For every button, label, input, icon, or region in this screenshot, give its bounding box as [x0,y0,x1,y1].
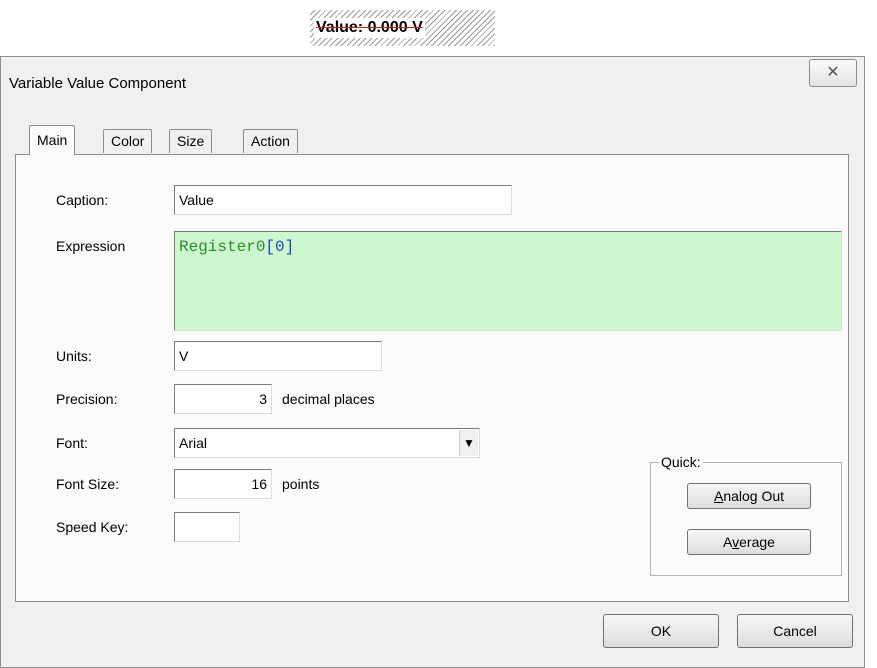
component-preview: Value: 0.000 V [310,10,495,46]
average-label-start: A [723,534,733,550]
cancel-button[interactable]: Cancel [737,614,853,648]
dropdown-arrow-icon[interactable]: ▼ [459,430,478,456]
ok-button[interactable]: OK [603,614,719,648]
close-icon: ✕ [826,64,840,81]
expression-editor[interactable]: Register0[0] [174,231,842,331]
preview-value-text: Value: 0.000 V [314,18,425,38]
precision-input[interactable]: 3 [174,384,272,414]
speed-key-input[interactable] [174,512,240,542]
main-tab-panel: Caption: Value Expression Register0[0] U… [15,154,849,602]
expression-identifier: Register0 [179,238,266,256]
speed-key-label: Speed Key: [56,519,129,535]
caption-input[interactable]: Value [174,185,512,215]
expression-index: [0] [265,238,295,256]
dialog-title: Variable Value Component [9,75,187,92]
tab-label: Action [251,133,290,149]
font-size-suffix: points [282,476,320,492]
units-label: Units: [56,348,92,364]
tab-main[interactable]: Main [29,125,76,155]
analog-out-label: nalog Out [723,488,785,504]
close-button[interactable]: ✕ [809,59,857,87]
font-size-label: Font Size: [56,476,120,492]
tab-action[interactable]: Action [243,129,298,153]
tab-label: Color [111,133,145,149]
tab-label: Main [37,132,68,148]
analog-out-mnemonic: A [713,488,724,504]
quick-group: Quick: Analog Out Average [650,454,842,576]
font-selected-value: Arial [179,435,208,451]
analog-out-button[interactable]: Analog Out [687,483,811,509]
expression-label: Expression [56,238,126,254]
tab-size[interactable]: Size [169,129,213,153]
tab-label: Size [177,133,205,149]
quick-group-label: Quick: [659,454,703,470]
font-label: Font: [56,435,88,451]
font-size-input[interactable]: 16 [174,469,272,499]
tab-color[interactable]: Color [103,129,153,153]
units-input[interactable]: V [174,341,382,371]
caption-label: Caption: [56,192,109,208]
font-select[interactable]: Arial ▼ [174,428,480,458]
precision-label: Precision: [56,391,118,407]
variable-value-dialog: Variable Value Component ✕ Main Color Si… [0,56,865,668]
average-button[interactable]: Average [687,529,811,555]
average-label-end: erage [739,534,775,550]
precision-suffix: decimal places [282,391,375,407]
